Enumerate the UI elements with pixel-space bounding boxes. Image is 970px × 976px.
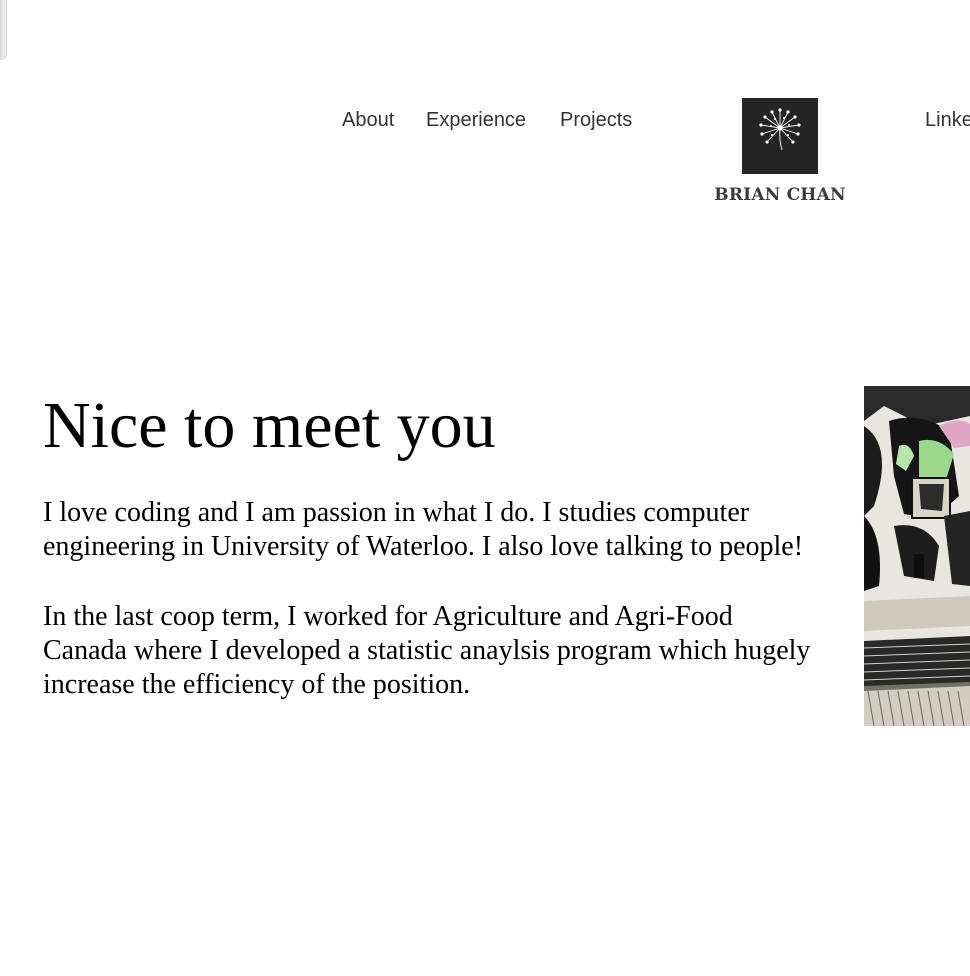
nav-link-projects[interactable]: Projects	[560, 108, 632, 132]
scrollbar-fragment	[0, 0, 7, 60]
hero-title: Nice to meet you	[43, 389, 496, 462]
nav-link-experience[interactable]: Experience	[426, 108, 526, 132]
nav-link-linkedin[interactable]: Linke	[925, 108, 970, 132]
logo[interactable]	[742, 98, 818, 174]
brand-name: BRIAN CHAN	[714, 185, 846, 205]
about-paragraph-2: In the last coop term, I worked for Agri…	[43, 601, 811, 700]
about-paragraph-1: I love coding and I am passion in what I…	[43, 497, 804, 562]
nav-link-about[interactable]: About	[342, 108, 394, 132]
artwork-image	[864, 386, 970, 726]
dandelion-icon	[759, 108, 801, 151]
